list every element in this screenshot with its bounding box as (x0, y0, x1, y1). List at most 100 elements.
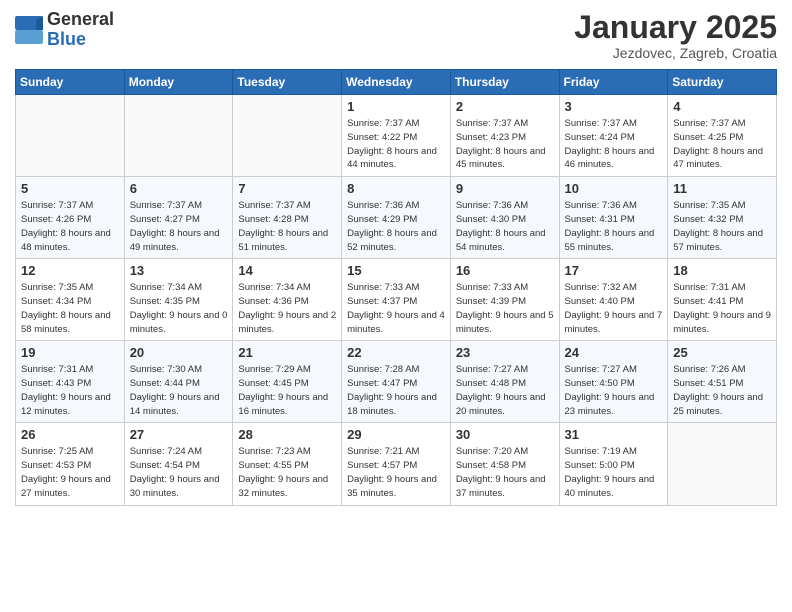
day-info: Sunrise: 7:20 AMSunset: 4:58 PMDaylight:… (456, 445, 554, 500)
calendar-cell: 25 Sunrise: 7:26 AMSunset: 4:51 PMDayligh… (668, 341, 777, 423)
weekday-header-row: SundayMondayTuesdayWednesdayThursdayFrid… (16, 70, 777, 95)
calendar-cell: 6 Sunrise: 7:37 AMSunset: 4:27 PMDaylight… (124, 177, 233, 259)
calendar-cell: 9 Sunrise: 7:36 AMSunset: 4:30 PMDaylight… (450, 177, 559, 259)
day-info: Sunrise: 7:32 AMSunset: 4:40 PMDaylight:… (565, 281, 663, 336)
day-number: 25 (673, 345, 771, 360)
calendar-cell: 17 Sunrise: 7:32 AMSunset: 4:40 PMDayligh… (559, 259, 668, 341)
day-number: 29 (347, 427, 445, 442)
calendar-cell: 16 Sunrise: 7:33 AMSunset: 4:39 PMDayligh… (450, 259, 559, 341)
day-info: Sunrise: 7:23 AMSunset: 4:55 PMDaylight:… (238, 445, 336, 500)
logo-blue-text: Blue (47, 29, 86, 49)
calendar-cell: 4Sunrise: 7:37 AMSunset: 4:25 PMDaylight… (668, 95, 777, 177)
calendar-cell: 29 Sunrise: 7:21 AMSunset: 4:57 PMDayligh… (342, 423, 451, 505)
logo-icon (15, 16, 43, 44)
day-number: 19 (21, 345, 119, 360)
day-info: Sunrise: 7:24 AMSunset: 4:54 PMDaylight:… (130, 445, 228, 500)
weekday-header-thursday: Thursday (450, 70, 559, 95)
day-info: Sunrise: 7:27 AMSunset: 4:50 PMDaylight:… (565, 363, 663, 418)
day-number: 3 (565, 99, 663, 114)
week-row-4: 19 Sunrise: 7:31 AMSunset: 4:43 PMDayligh… (16, 341, 777, 423)
calendar-cell: 15Sunrise: 7:33 AMSunset: 4:37 PMDayligh… (342, 259, 451, 341)
calendar-cell: 30 Sunrise: 7:20 AMSunset: 4:58 PMDayligh… (450, 423, 559, 505)
calendar-cell: 5Sunrise: 7:37 AMSunset: 4:26 PMDaylight… (16, 177, 125, 259)
calendar-table: SundayMondayTuesdayWednesdayThursdayFrid… (15, 69, 777, 505)
calendar-cell: 1Sunrise: 7:37 AMSunset: 4:22 PMDaylight… (342, 95, 451, 177)
weekday-header-sunday: Sunday (16, 70, 125, 95)
calendar-cell: 18 Sunrise: 7:31 AMSunset: 4:41 PMDayligh… (668, 259, 777, 341)
title-block: January 2025 Jezdovec, Zagreb, Croatia (574, 10, 777, 61)
logo-general-text: General (47, 9, 114, 29)
day-number: 4 (673, 99, 771, 114)
weekday-header-tuesday: Tuesday (233, 70, 342, 95)
day-info: Sunrise: 7:33 AMSunset: 4:39 PMDaylight:… (456, 281, 554, 336)
day-info: Sunrise: 7:31 AMSunset: 4:43 PMDaylight:… (21, 363, 119, 418)
day-info: Sunrise: 7:36 AMSunset: 4:30 PMDaylight:… (456, 199, 554, 254)
calendar-cell: 14 Sunrise: 7:34 AMSunset: 4:36 PMDayligh… (233, 259, 342, 341)
day-number: 18 (673, 263, 771, 278)
calendar-cell: 8Sunrise: 7:36 AMSunset: 4:29 PMDaylight… (342, 177, 451, 259)
day-number: 16 (456, 263, 554, 278)
weekday-header-friday: Friday (559, 70, 668, 95)
day-info: Sunrise: 7:34 AMSunset: 4:35 PMDaylight:… (130, 281, 228, 336)
day-number: 11 (673, 181, 771, 196)
calendar-cell (668, 423, 777, 505)
calendar-cell (233, 95, 342, 177)
calendar-cell (16, 95, 125, 177)
day-number: 26 (21, 427, 119, 442)
day-info: Sunrise: 7:37 AMSunset: 4:26 PMDaylight:… (21, 199, 119, 254)
calendar-cell: 24Sunrise: 7:27 AMSunset: 4:50 PMDayligh… (559, 341, 668, 423)
weekday-header-wednesday: Wednesday (342, 70, 451, 95)
weekday-header-saturday: Saturday (668, 70, 777, 95)
day-number: 13 (130, 263, 228, 278)
day-number: 12 (21, 263, 119, 278)
day-info: Sunrise: 7:36 AMSunset: 4:29 PMDaylight:… (347, 199, 445, 254)
day-info: Sunrise: 7:19 AMSunset: 5:00 PMDaylight:… (565, 445, 663, 500)
calendar-cell: 12 Sunrise: 7:35 AMSunset: 4:34 PMDayligh… (16, 259, 125, 341)
day-info: Sunrise: 7:37 AMSunset: 4:24 PMDaylight:… (565, 117, 663, 172)
day-number: 30 (456, 427, 554, 442)
week-row-1: 1Sunrise: 7:37 AMSunset: 4:22 PMDaylight… (16, 95, 777, 177)
logo: General Blue (15, 10, 114, 50)
calendar-cell: 2Sunrise: 7:37 AMSunset: 4:23 PMDaylight… (450, 95, 559, 177)
calendar-cell (124, 95, 233, 177)
week-row-3: 12 Sunrise: 7:35 AMSunset: 4:34 PMDayligh… (16, 259, 777, 341)
calendar-cell: 22 Sunrise: 7:28 AMSunset: 4:47 PMDayligh… (342, 341, 451, 423)
day-info: Sunrise: 7:26 AMSunset: 4:51 PMDaylight:… (673, 363, 771, 418)
day-info: Sunrise: 7:34 AMSunset: 4:36 PMDaylight:… (238, 281, 336, 336)
calendar-page: General Blue January 2025 Jezdovec, Zagr… (0, 0, 792, 612)
day-info: Sunrise: 7:21 AMSunset: 4:57 PMDaylight:… (347, 445, 445, 500)
day-number: 22 (347, 345, 445, 360)
day-number: 17 (565, 263, 663, 278)
day-number: 6 (130, 181, 228, 196)
calendar-cell: 31Sunrise: 7:19 AMSunset: 5:00 PMDayligh… (559, 423, 668, 505)
calendar-cell: 19 Sunrise: 7:31 AMSunset: 4:43 PMDayligh… (16, 341, 125, 423)
day-number: 27 (130, 427, 228, 442)
day-number: 14 (238, 263, 336, 278)
day-info: Sunrise: 7:37 AMSunset: 4:28 PMDaylight:… (238, 199, 336, 254)
calendar-cell: 23 Sunrise: 7:27 AMSunset: 4:48 PMDayligh… (450, 341, 559, 423)
day-number: 7 (238, 181, 336, 196)
day-info: Sunrise: 7:30 AMSunset: 4:44 PMDaylight:… (130, 363, 228, 418)
day-info: Sunrise: 7:31 AMSunset: 4:41 PMDaylight:… (673, 281, 771, 336)
calendar-cell: 28 Sunrise: 7:23 AMSunset: 4:55 PMDayligh… (233, 423, 342, 505)
weekday-header-monday: Monday (124, 70, 233, 95)
calendar-cell: 3 Sunrise: 7:37 AMSunset: 4:24 PMDaylight… (559, 95, 668, 177)
day-info: Sunrise: 7:27 AMSunset: 4:48 PMDaylight:… (456, 363, 554, 418)
day-number: 23 (456, 345, 554, 360)
day-number: 1 (347, 99, 445, 114)
day-number: 9 (456, 181, 554, 196)
day-info: Sunrise: 7:35 AMSunset: 4:32 PMDaylight:… (673, 199, 771, 254)
calendar-cell: 10Sunrise: 7:36 AMSunset: 4:31 PMDayligh… (559, 177, 668, 259)
day-number: 15 (347, 263, 445, 278)
calendar-cell: 20Sunrise: 7:30 AMSunset: 4:44 PMDayligh… (124, 341, 233, 423)
day-info: Sunrise: 7:37 AMSunset: 4:27 PMDaylight:… (130, 199, 228, 254)
header: General Blue January 2025 Jezdovec, Zagr… (15, 10, 777, 61)
calendar-cell: 21Sunrise: 7:29 AMSunset: 4:45 PMDayligh… (233, 341, 342, 423)
day-info: Sunrise: 7:37 AMSunset: 4:23 PMDaylight:… (456, 117, 554, 172)
calendar-cell: 7 Sunrise: 7:37 AMSunset: 4:28 PMDaylight… (233, 177, 342, 259)
day-number: 28 (238, 427, 336, 442)
day-info: Sunrise: 7:35 AMSunset: 4:34 PMDaylight:… (21, 281, 119, 336)
day-info: Sunrise: 7:28 AMSunset: 4:47 PMDaylight:… (347, 363, 445, 418)
calendar-cell: 13 Sunrise: 7:34 AMSunset: 4:35 PMDayligh… (124, 259, 233, 341)
week-row-5: 26Sunrise: 7:25 AMSunset: 4:53 PMDayligh… (16, 423, 777, 505)
